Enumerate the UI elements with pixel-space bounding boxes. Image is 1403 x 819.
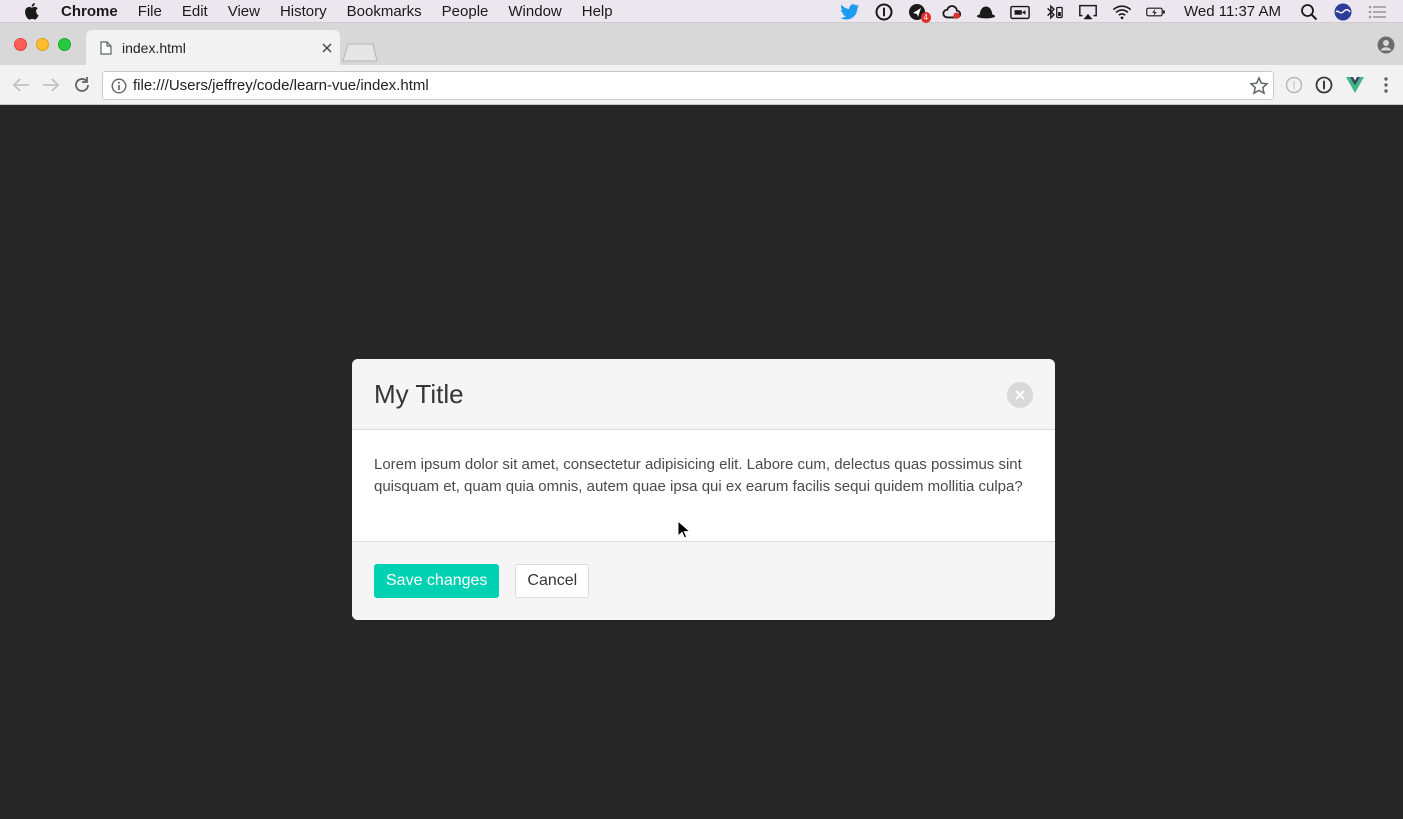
reload-icon[interactable] — [72, 75, 92, 95]
bookmark-star-icon[interactable] — [1249, 75, 1269, 96]
url-text[interactable]: file:///Users/jeffrey/code/learn-vue/ind… — [133, 77, 1249, 94]
menubar-status-area: 4 Wed 11:37 AM — [840, 0, 1387, 23]
apple-menu-icon[interactable] — [23, 2, 43, 20]
modal-footer: Save changes Cancel — [352, 541, 1055, 620]
wifi-icon[interactable] — [1112, 2, 1132, 22]
menu-bookmarks[interactable]: Bookmarks — [347, 3, 422, 20]
menu-help[interactable]: Help — [582, 3, 613, 20]
menu-edit[interactable]: Edit — [182, 3, 208, 20]
extension-circle-icon[interactable] — [1284, 75, 1304, 95]
cancel-button[interactable]: Cancel — [515, 564, 590, 598]
window-minimize-button[interactable] — [36, 38, 49, 51]
address-bar[interactable]: file:///Users/jeffrey/code/learn-vue/ind… — [102, 71, 1274, 100]
menu-file[interactable]: File — [138, 3, 162, 20]
spotlight-search-icon[interactable] — [1299, 2, 1319, 22]
new-tab-button[interactable] — [342, 43, 378, 62]
chrome-menu-icon[interactable] — [1376, 75, 1396, 95]
tab-title: index.html — [122, 39, 186, 56]
back-arrow-icon[interactable] — [11, 75, 31, 95]
modal-title: My Title — [374, 378, 464, 409]
airplay-icon[interactable] — [1078, 2, 1098, 22]
twitter-icon[interactable] — [840, 2, 860, 22]
chrome-tabstrip: index.html — [0, 23, 1403, 65]
vue-devtools-icon[interactable] — [1345, 75, 1365, 95]
macos-menubar: Chrome File Edit View History Bookmarks … — [0, 0, 1403, 23]
site-info-icon[interactable] — [111, 77, 127, 94]
menubar-clock[interactable]: Wed 11:37 AM — [1184, 3, 1281, 20]
alfred-hat-icon[interactable] — [976, 2, 996, 22]
onepassword-extension-icon[interactable] — [1314, 75, 1334, 95]
chrome-toolbar: file:///Users/jeffrey/code/learn-vue/ind… — [0, 65, 1403, 105]
onepassword-icon[interactable] — [874, 2, 894, 22]
modal-close-button[interactable] — [1007, 382, 1033, 408]
notification-badge-icon[interactable]: 4 — [908, 2, 931, 23]
creative-cloud-icon[interactable] — [942, 2, 962, 22]
profile-icon[interactable] — [1377, 36, 1395, 54]
battery-charging-icon[interactable] — [1146, 2, 1166, 22]
menu-app-chrome[interactable]: Chrome — [61, 3, 118, 20]
menu-people[interactable]: People — [442, 3, 489, 20]
save-changes-button[interactable]: Save changes — [374, 564, 500, 598]
screen-record-icon[interactable] — [1010, 2, 1030, 22]
document-icon — [100, 40, 112, 55]
menu-history[interactable]: History — [280, 3, 327, 20]
menu-view[interactable]: View — [228, 3, 260, 20]
modal-dialog: My Title Lorem ipsum dolor sit amet, con… — [352, 359, 1055, 620]
window-zoom-button[interactable] — [58, 38, 71, 51]
bluetooth-icon[interactable] — [1044, 2, 1064, 22]
modal-header: My Title — [352, 359, 1055, 430]
tab-close-icon[interactable] — [314, 40, 340, 56]
close-icon — [1015, 390, 1025, 400]
notification-count: 4 — [920, 11, 931, 23]
notification-center-icon[interactable] — [1367, 2, 1387, 22]
mouse-cursor-icon — [677, 519, 692, 540]
forward-arrow-icon[interactable] — [41, 75, 61, 95]
modal-body: Lorem ipsum dolor sit amet, consectetur … — [374, 456, 1023, 495]
siri-icon[interactable] — [1333, 2, 1353, 22]
menu-window[interactable]: Window — [508, 3, 561, 20]
tab-index-html[interactable]: index.html — [86, 30, 340, 65]
window-close-button[interactable] — [14, 38, 27, 51]
